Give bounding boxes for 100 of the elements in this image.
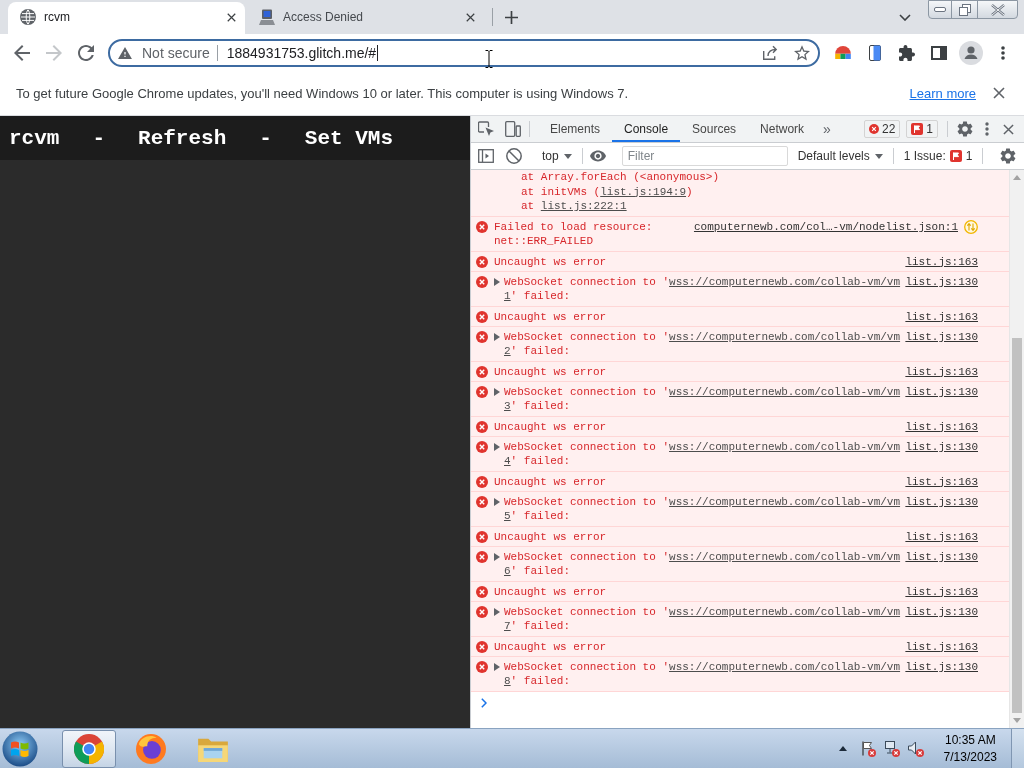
source-link[interactable]: list.js:163: [905, 419, 978, 434]
plus-icon[interactable]: [505, 10, 518, 24]
circle-slash-icon[interactable]: [506, 148, 522, 164]
sidebar-icon[interactable]: [478, 148, 494, 164]
scrollbar[interactable]: [1009, 170, 1024, 728]
console-message: WebSocket connection to 'wss://computernewb.com/collab-vm/vm4' failed:: [504, 440, 902, 468]
phone-tablet-icon[interactable]: [505, 121, 521, 137]
levels-dropdown[interactable]: Default levels: [791, 146, 889, 166]
tablet-icon[interactable]: [869, 44, 881, 61]
restore-icon: [958, 3, 971, 16]
close-icon[interactable]: [466, 12, 475, 22]
triangle-right-icon[interactable]: [494, 498, 500, 506]
learn-more-link[interactable]: Learn more: [909, 85, 976, 101]
taskbar-button[interactable]: [62, 729, 116, 768]
source-link[interactable]: list.js:130: [905, 385, 978, 399]
triangle-right-icon[interactable]: [494, 333, 500, 341]
source-link[interactable]: list.js:130: [905, 660, 978, 674]
nav-link[interactable]: Refresh: [138, 126, 227, 150]
source-link[interactable]: list.js:163: [905, 529, 978, 544]
console-message: WebSocket connection to 'wss://computernewb.com/collab-vm/vm6' failed:: [504, 550, 902, 578]
menu-icon[interactable]: [985, 122, 989, 136]
devtools-tab[interactable]: Elements: [538, 116, 613, 142]
error-icon: [476, 276, 488, 288]
browser-tab[interactable]: Access Denied: [247, 2, 484, 34]
source-link[interactable]: list.js:163: [905, 639, 978, 654]
source-link[interactable]: list.js:130: [905, 330, 978, 344]
speaker-muted-icon[interactable]: [907, 740, 924, 757]
rainbow-icon[interactable]: [835, 46, 851, 59]
more-tabs-button[interactable]: »: [821, 121, 833, 137]
site-title: rcvm: [9, 126, 60, 150]
issue-count-button[interactable]: 1: [906, 120, 938, 138]
error-icon: [476, 441, 488, 453]
console-message: Uncaught ws error: [494, 639, 608, 654]
nav-link[interactable]: Set VMs: [304, 126, 394, 150]
context-dropdown[interactable]: top: [536, 146, 578, 166]
devtools-tab[interactable]: Sources: [680, 116, 749, 142]
source-link[interactable]: list.js:163: [905, 584, 978, 599]
console-message: Uncaught ws error: [494, 584, 608, 599]
clock-time[interactable]: 10:35 AM: [944, 731, 996, 749]
filter-field[interactable]: Filter: [621, 146, 788, 166]
settings-icon[interactable]: [1000, 148, 1016, 164]
star-icon[interactable]: [794, 44, 810, 61]
minimize-icon: [934, 7, 946, 12]
source-link[interactable]: list.js:130: [905, 550, 978, 564]
menu-icon[interactable]: [1001, 45, 1005, 60]
scrollbar-thumb[interactable]: [1012, 338, 1022, 713]
source-link[interactable]: list.js:130: [905, 495, 978, 509]
close-window-button[interactable]: [977, 0, 1018, 19]
source-link[interactable]: list.js:163: [905, 309, 978, 324]
globe-icon: [20, 9, 36, 25]
devtools-tab[interactable]: Network: [748, 116, 817, 142]
source-link[interactable]: list.js:194:9: [600, 185, 687, 198]
source-link[interactable]: list.js:130: [905, 605, 978, 619]
triangle-right-icon[interactable]: [494, 553, 500, 561]
chevron-down-icon[interactable]: [899, 13, 911, 21]
flag-error-icon[interactable]: [859, 740, 876, 757]
avatar-icon[interactable]: [959, 40, 983, 65]
minimize-button[interactable]: [928, 0, 952, 19]
close-icon[interactable]: [227, 12, 236, 22]
error-icon: [476, 551, 488, 563]
source-link[interactable]: computernewb.com/col…-vm/nodelist.json:1: [693, 220, 958, 234]
reload-icon[interactable]: [78, 44, 94, 61]
settings-icon[interactable]: [957, 121, 973, 137]
eye-icon[interactable]: [589, 148, 606, 164]
error-icon: [476, 310, 488, 323]
side-panel-icon[interactable]: [931, 45, 947, 60]
console-message: Uncaught ws error: [494, 364, 608, 379]
security-chip[interactable]: Not secure: [110, 40, 217, 65]
error-icon: [476, 606, 488, 618]
triangle-right-icon[interactable]: [494, 443, 500, 451]
error-count-button[interactable]: 22: [863, 120, 901, 138]
source-link[interactable]: list.js:130: [905, 275, 978, 289]
triangle-right-icon[interactable]: [494, 608, 500, 616]
triangle-right-icon[interactable]: [494, 388, 500, 396]
triangle-right-icon[interactable]: [494, 278, 500, 286]
caret-up-icon[interactable]: [838, 746, 847, 751]
source-link[interactable]: list.js:163: [905, 474, 978, 489]
share-icon[interactable]: [762, 44, 778, 61]
devtools-tab[interactable]: Console: [612, 116, 681, 142]
clock-date[interactable]: 7/13/2023: [943, 748, 997, 766]
error-icon: [476, 475, 488, 488]
cursor-in-box-icon[interactable]: [478, 121, 494, 137]
triangle-right-icon[interactable]: [494, 663, 500, 671]
source-link[interactable]: list.js:163: [905, 364, 978, 379]
stack-trace-line: at list.js:222:1: [521, 199, 628, 214]
error-icon: [476, 255, 488, 268]
issues-button[interactable]: 1 Issue: 1: [899, 146, 977, 166]
address-bar[interactable]: Not secure 1884931753.glitch.me/#: [108, 38, 820, 67]
puzzle-icon[interactable]: [899, 44, 915, 61]
source-link[interactable]: list.js:163: [905, 254, 978, 269]
browser-tab[interactable]: rcvm: [8, 2, 245, 34]
restore-button[interactable]: [951, 0, 978, 19]
source-link[interactable]: list.js:130: [905, 440, 978, 454]
infobar-message: To get future Google Chrome updates, you'll need Windows 10 or later. This computer is using Windows 7.: [16, 85, 630, 101]
start-orb-icon[interactable]: [2, 730, 38, 767]
close-icon[interactable]: [993, 87, 1005, 99]
source-link[interactable]: list.js:222:1: [540, 200, 627, 212]
close-icon[interactable]: [1003, 123, 1014, 135]
back-arrow-icon[interactable]: [14, 44, 30, 61]
network-error-icon[interactable]: [883, 740, 900, 757]
